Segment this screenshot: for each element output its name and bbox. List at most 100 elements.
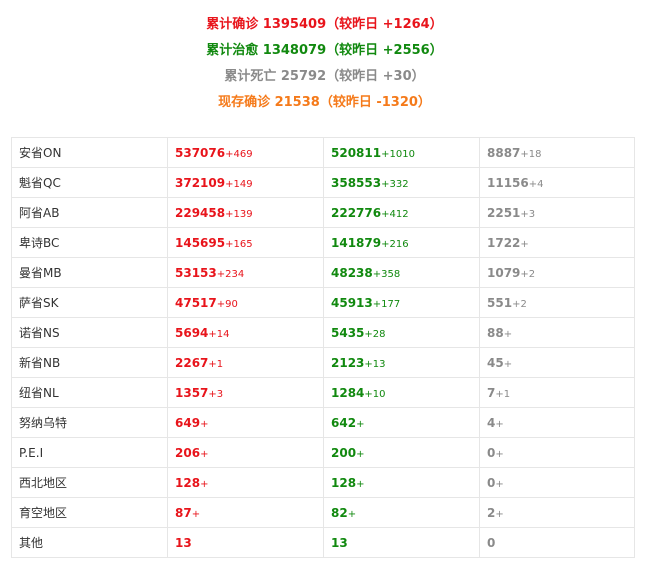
cured-cell: 520811+1010 — [323, 137, 480, 168]
confirmed-cell: 53153+234 — [167, 257, 324, 288]
confirmed-count: 1357 — [175, 385, 209, 400]
cured-cell: 141879+216 — [323, 227, 480, 258]
deaths-count: 11156 — [487, 175, 529, 190]
cured-increment: + — [356, 448, 365, 460]
deaths-increment: +2 — [520, 268, 536, 280]
table-row: 魁省QC 372109+149 358553+332 11156+4 — [11, 167, 635, 198]
cured-count: 141879 — [331, 235, 382, 250]
region-stats-body: 安省ON 537076+469 520811+1010 8887+18 魁省QC 3721… — [11, 137, 635, 558]
cured-increment: +13 — [364, 358, 386, 370]
confirmed-increment: +234 — [216, 268, 245, 280]
table-row: 新省NB 2267+1 2123+13 45+ — [11, 347, 635, 378]
cured-cell: 45913+177 — [323, 287, 480, 318]
region-name: 育空地区 — [11, 497, 168, 528]
cured-count: 358553 — [331, 175, 382, 190]
cured-count: 2123 — [331, 355, 365, 370]
deaths-increment: + — [495, 478, 504, 490]
deaths-cell: 4+ — [479, 407, 635, 438]
cured-count: 45913 — [331, 295, 373, 310]
confirmed-cell: 1357+3 — [167, 377, 324, 408]
table-row: 其他 13 13 0 — [11, 527, 635, 558]
cured-increment: + — [347, 508, 357, 520]
deaths-increment: +4 — [528, 178, 544, 190]
deaths-cell: 0+ — [479, 437, 635, 468]
cured-count: 642 — [331, 415, 357, 430]
confirmed-cell: 372109+149 — [167, 167, 324, 198]
deaths-cell: 1079+2 — [479, 257, 635, 288]
deaths-cell: 0 — [479, 527, 635, 558]
cured-increment: +28 — [364, 328, 386, 340]
deaths-count: 551 — [487, 295, 513, 310]
deaths-count: 1079 — [487, 265, 521, 280]
confirmed-cell: 649+ — [167, 407, 324, 438]
deaths-increment: + — [495, 448, 504, 460]
deaths-cell: 2+ — [479, 497, 635, 528]
cured-cell: 1284+10 — [323, 377, 480, 408]
confirmed-count: 5694 — [175, 325, 209, 340]
deaths-cell: 2251+3 — [479, 197, 635, 228]
cured-increment: +216 — [381, 238, 409, 250]
deaths-increment: + — [495, 418, 504, 430]
cured-count: 128 — [331, 475, 357, 490]
confirmed-cell: 5694+14 — [167, 317, 324, 348]
cured-count: 82 — [331, 505, 348, 520]
cured-increment: +358 — [372, 268, 401, 280]
deaths-increment: + — [503, 328, 513, 340]
confirmed-count: 649 — [175, 415, 201, 430]
current-confirmed-text: 现存确诊 21538（较昨日 -1320） — [218, 95, 431, 110]
confirmed-cell: 145695+165 — [167, 227, 324, 258]
cured-count: 48238 — [331, 265, 373, 280]
confirmed-cell: 206+ — [167, 437, 324, 468]
region-name: 萨省SK — [11, 287, 168, 318]
table-row: 曼省MB 53153+234 48238+358 1079+2 — [11, 257, 635, 288]
deaths-increment: + — [520, 238, 529, 250]
cured-increment: +412 — [381, 208, 409, 220]
deaths-increment: +1 — [495, 388, 511, 400]
table-row: 育空地区 87+ 82+ 2+ — [11, 497, 635, 528]
confirmed-cell: 128+ — [167, 467, 324, 498]
confirmed-cell: 229458+139 — [167, 197, 324, 228]
confirmed-increment: +3 — [208, 388, 224, 400]
cured-cell: 48238+358 — [323, 257, 480, 288]
confirmed-cell: 87+ — [167, 497, 324, 528]
confirmed-cell: 2267+1 — [167, 347, 324, 378]
region-name: 卑诗BC — [11, 227, 168, 258]
cured-count: 520811 — [331, 145, 382, 160]
table-row: 西北地区 128+ 128+ 0+ — [11, 467, 635, 498]
table-row: 卑诗BC 145695+165 141879+216 1722+ — [11, 227, 635, 258]
confirmed-increment: + — [200, 448, 209, 460]
confirmed-cell: 537076+469 — [167, 137, 324, 168]
deaths-increment: +18 — [520, 148, 542, 160]
confirmed-increment: + — [200, 418, 209, 430]
confirmed-increment: + — [200, 478, 209, 490]
cured-increment: +332 — [381, 178, 409, 190]
table-row: 阿省AB 229458+139 222776+412 2251+3 — [11, 197, 635, 228]
cured-increment: + — [356, 418, 365, 430]
table-row: 安省ON 537076+469 520811+1010 8887+18 — [11, 137, 635, 168]
deaths-cell: 0+ — [479, 467, 635, 498]
cured-count: 5435 — [331, 325, 365, 340]
deaths-count: 88 — [487, 325, 504, 340]
confirmed-increment: +165 — [225, 238, 253, 250]
total-confirmed-text: 累计确诊 1395409（较昨日 +1264） — [206, 17, 443, 32]
deaths-cell: 1722+ — [479, 227, 635, 258]
confirmed-count: 145695 — [175, 235, 226, 250]
summary-panel: 累计确诊 1395409（较昨日 +1264） 累计治愈 1348079（较昨日… — [0, 12, 649, 116]
deaths-cell: 8887+18 — [479, 137, 635, 168]
table-row: 努纳乌特 649+ 642+ 4+ — [11, 407, 635, 438]
confirmed-count: 229458 — [175, 205, 226, 220]
cured-increment: +1010 — [381, 148, 415, 160]
confirmed-increment: +149 — [225, 178, 253, 190]
deaths-count: 0 — [487, 535, 496, 550]
deaths-increment: + — [503, 358, 513, 370]
region-name: 魁省QC — [11, 167, 168, 198]
cured-cell: 13 — [323, 527, 480, 558]
deaths-count: 2251 — [487, 205, 521, 220]
confirmed-increment: +469 — [225, 148, 253, 160]
table-row: 诺省NS 5694+14 5435+28 88+ — [11, 317, 635, 348]
cured-increment: +10 — [364, 388, 386, 400]
confirmed-count: 372109 — [175, 175, 226, 190]
confirmed-increment: + — [191, 508, 201, 520]
deaths-cell: 45+ — [479, 347, 635, 378]
cured-cell: 82+ — [323, 497, 480, 528]
